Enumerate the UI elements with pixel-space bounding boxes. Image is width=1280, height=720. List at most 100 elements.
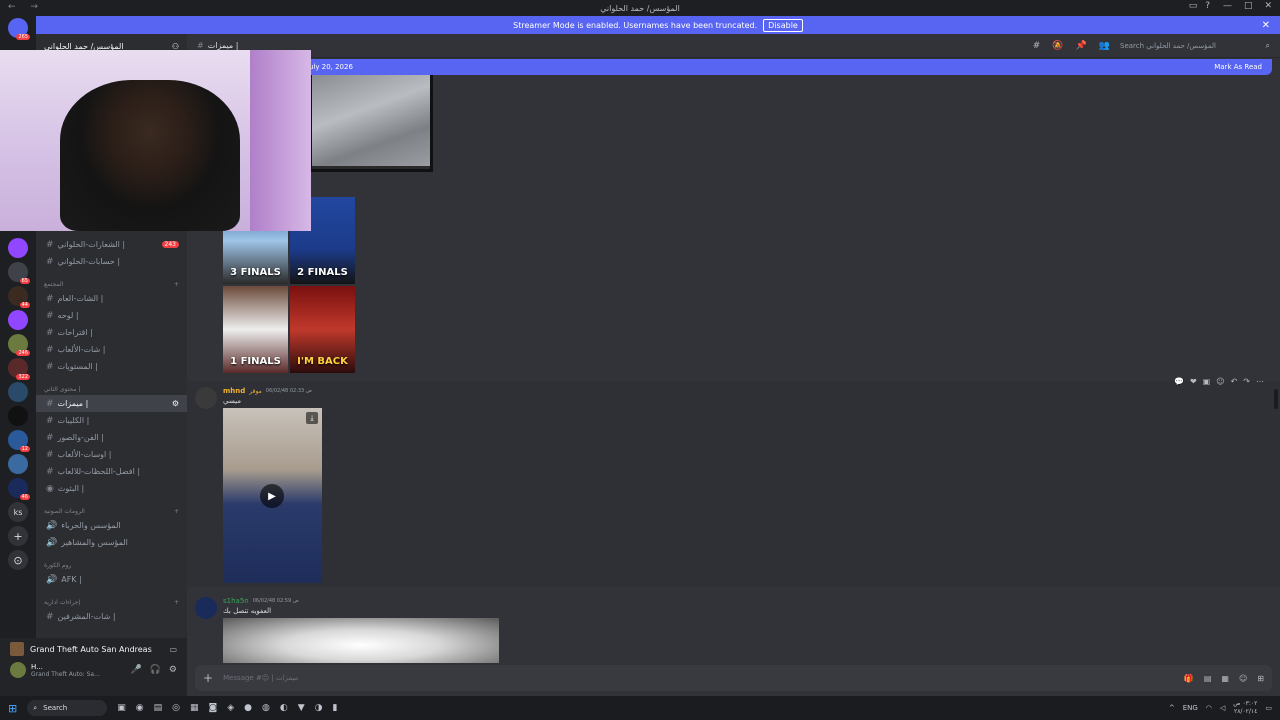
message-input[interactable]: Message #😉 | ميمزات	[223, 674, 298, 682]
twitch-server-icon[interactable]	[8, 238, 28, 258]
server-icon[interactable]: 12	[8, 430, 30, 452]
channel-item[interactable]: # شات-المشرفين |	[36, 608, 187, 625]
settings-icon[interactable]: ⚙	[172, 399, 179, 408]
gif-icon[interactable]: ▤	[1204, 674, 1212, 683]
inbox-icon[interactable]: ▭	[1189, 1, 1198, 11]
voice-channel-item[interactable]: 🔊 المؤسس والمشاهير	[36, 534, 187, 551]
notification-icon[interactable]: ▭	[1265, 704, 1272, 712]
category-header[interactable]: المجتمع +	[44, 281, 179, 288]
voice-channel-item[interactable]: 🔊 AFK |	[36, 571, 187, 588]
back-forward-arrows[interactable]: ← →	[8, 2, 44, 12]
clock[interactable]: ٠٣:٠٢ ص ٢٨/٠٢/١٤	[1233, 700, 1257, 716]
gift-icon[interactable]: 🎁	[1184, 674, 1194, 683]
minimize-icon[interactable]: —	[1223, 1, 1232, 11]
play-icon[interactable]: ▶	[260, 484, 284, 508]
search-icon[interactable]: ⌕	[1266, 41, 1270, 51]
disable-streamer-button[interactable]: Disable	[763, 18, 803, 32]
heart-icon[interactable]: ❤	[1190, 377, 1197, 386]
search-input[interactable]: Search المؤسس/ حمد الحلواني	[1120, 39, 1250, 53]
sticker-icon[interactable]: ▦	[1221, 674, 1229, 683]
more-icon[interactable]: ⋯	[1256, 377, 1264, 386]
server-icon[interactable]	[8, 406, 28, 426]
close-banner-icon[interactable]: ✕	[1262, 20, 1270, 31]
firefox-icon[interactable]: ●	[244, 703, 252, 713]
category-header[interactable]: محتوى الثاني |	[44, 386, 80, 393]
channel-item-active[interactable]: # ميمزات | ⚙	[36, 395, 187, 412]
channel-item[interactable]: # الكليبات |	[36, 412, 187, 429]
author-name[interactable]: s1ha5n	[223, 597, 249, 605]
emoji-icon[interactable]: ☺	[1216, 377, 1224, 386]
reaction-icon[interactable]: 💬	[1174, 377, 1184, 386]
message-image[interactable]	[223, 618, 499, 663]
pin-icon[interactable]: 📌	[1076, 41, 1087, 51]
add-server-icon[interactable]: +	[8, 526, 28, 546]
chrome-icon[interactable]: ◍	[262, 703, 270, 713]
server-icon[interactable]	[8, 454, 28, 474]
language-indicator[interactable]: ENG	[1183, 704, 1198, 712]
server-icon[interactable]: 44	[8, 286, 30, 308]
headphones-icon[interactable]: 🎧	[150, 665, 161, 675]
app-icon[interactable]: ◈	[227, 703, 234, 713]
members-icon[interactable]: 👥	[1099, 41, 1110, 51]
avatar[interactable]	[195, 387, 217, 409]
avatar[interactable]	[10, 662, 26, 678]
author-name[interactable]: mhnd	[223, 387, 245, 395]
emoji-icon[interactable]: ☺	[1239, 674, 1247, 683]
channel-item[interactable]: # اقتراحات |	[36, 324, 187, 341]
channel-item[interactable]: # الفن-والصور |	[36, 429, 187, 446]
chevron-up-icon[interactable]: ^	[1169, 704, 1175, 712]
channel-item[interactable]: # الشات-العام |	[36, 290, 187, 307]
channel-item[interactable]: # المستويات |	[36, 358, 187, 375]
microphone-icon[interactable]: 🎤	[130, 665, 141, 675]
twitch-server-icon[interactable]	[8, 310, 28, 330]
add-channel-icon[interactable]: +	[174, 599, 179, 606]
gear-icon[interactable]: ⚙	[169, 665, 177, 675]
video-attachment[interactable]: ⤓ ▶	[223, 408, 322, 583]
taskbar-search[interactable]: ⌕ Search	[27, 700, 108, 716]
windows-start-icon[interactable]: ⊞	[8, 702, 17, 715]
apps-icon[interactable]: ⊞	[1257, 674, 1264, 683]
add-channel-icon[interactable]: +	[174, 508, 179, 515]
help-icon[interactable]: ?	[1205, 1, 1210, 11]
channel-item[interactable]: # الشعارات-الحلواني | 243	[36, 236, 187, 253]
reply-icon[interactable]: ↶	[1231, 377, 1238, 386]
category-header[interactable]: روم الكورة	[44, 562, 71, 569]
message-image[interactable]	[309, 75, 433, 172]
threads-icon[interactable]: #	[1033, 41, 1041, 51]
brave-icon[interactable]: ▼	[298, 703, 305, 713]
server-icon[interactable]: 65	[8, 262, 30, 284]
app-icon[interactable]: ◉	[136, 703, 144, 713]
discover-icon[interactable]: ⊙	[8, 550, 28, 570]
mute-icon[interactable]: 🔕	[1052, 41, 1063, 51]
folder-icon[interactable]: ▤	[154, 703, 163, 713]
scrollbar[interactable]	[1274, 389, 1278, 409]
server-icon[interactable]: 246	[8, 334, 30, 356]
server-icon[interactable]: 322	[8, 358, 30, 380]
category-header[interactable]: الرومات الصوتية +	[44, 508, 179, 515]
maximize-icon[interactable]: □	[1244, 1, 1253, 11]
download-icon[interactable]: ⤓	[306, 412, 318, 424]
activity-game[interactable]: Grand Theft Auto San Andreas ▭	[0, 638, 187, 660]
camera-icon[interactable]: ◙	[208, 703, 217, 713]
message-composer[interactable]: + Message #😉 | ميمزات 🎁 ▤ ▦ ☺ ⊞	[195, 665, 1272, 691]
volume-icon[interactable]: ◁	[1220, 704, 1225, 712]
avatar[interactable]	[195, 597, 217, 619]
category-header[interactable]: إجراءات ادارية +	[44, 599, 179, 606]
channel-item[interactable]: # حسابات-الحلواني |	[36, 253, 187, 270]
app-icon[interactable]: ▮	[333, 703, 338, 713]
discord-icon[interactable]: ◐	[280, 703, 288, 713]
text-server-icon[interactable]: ks	[8, 502, 28, 522]
task-view-icon[interactable]: ▣	[117, 703, 126, 713]
mark-as-read-button[interactable]: Mark As Read	[1214, 63, 1262, 71]
channel-item[interactable]: # لوحه |	[36, 307, 187, 324]
forward-icon[interactable]: ↷	[1243, 377, 1250, 386]
message[interactable]: 💬 ❤ ▣ ☺ ↶ ↷ ⋯ mhnd موقر 06/02/48 02:33 ص…	[187, 377, 1280, 587]
channel-item[interactable]: ◉ البثوث |	[36, 480, 187, 497]
home-server-icon[interactable]: 265	[8, 18, 30, 40]
close-window-icon[interactable]: ✕	[1264, 1, 1272, 11]
flag-icon[interactable]: ▣	[1203, 377, 1211, 386]
add-attachment-icon[interactable]: +	[203, 671, 213, 685]
edge-icon[interactable]: ◎	[172, 703, 180, 713]
channel-item[interactable]: # افضل-اللحظات-للالعاب |	[36, 463, 187, 480]
steam-icon[interactable]: ◑	[315, 703, 323, 713]
